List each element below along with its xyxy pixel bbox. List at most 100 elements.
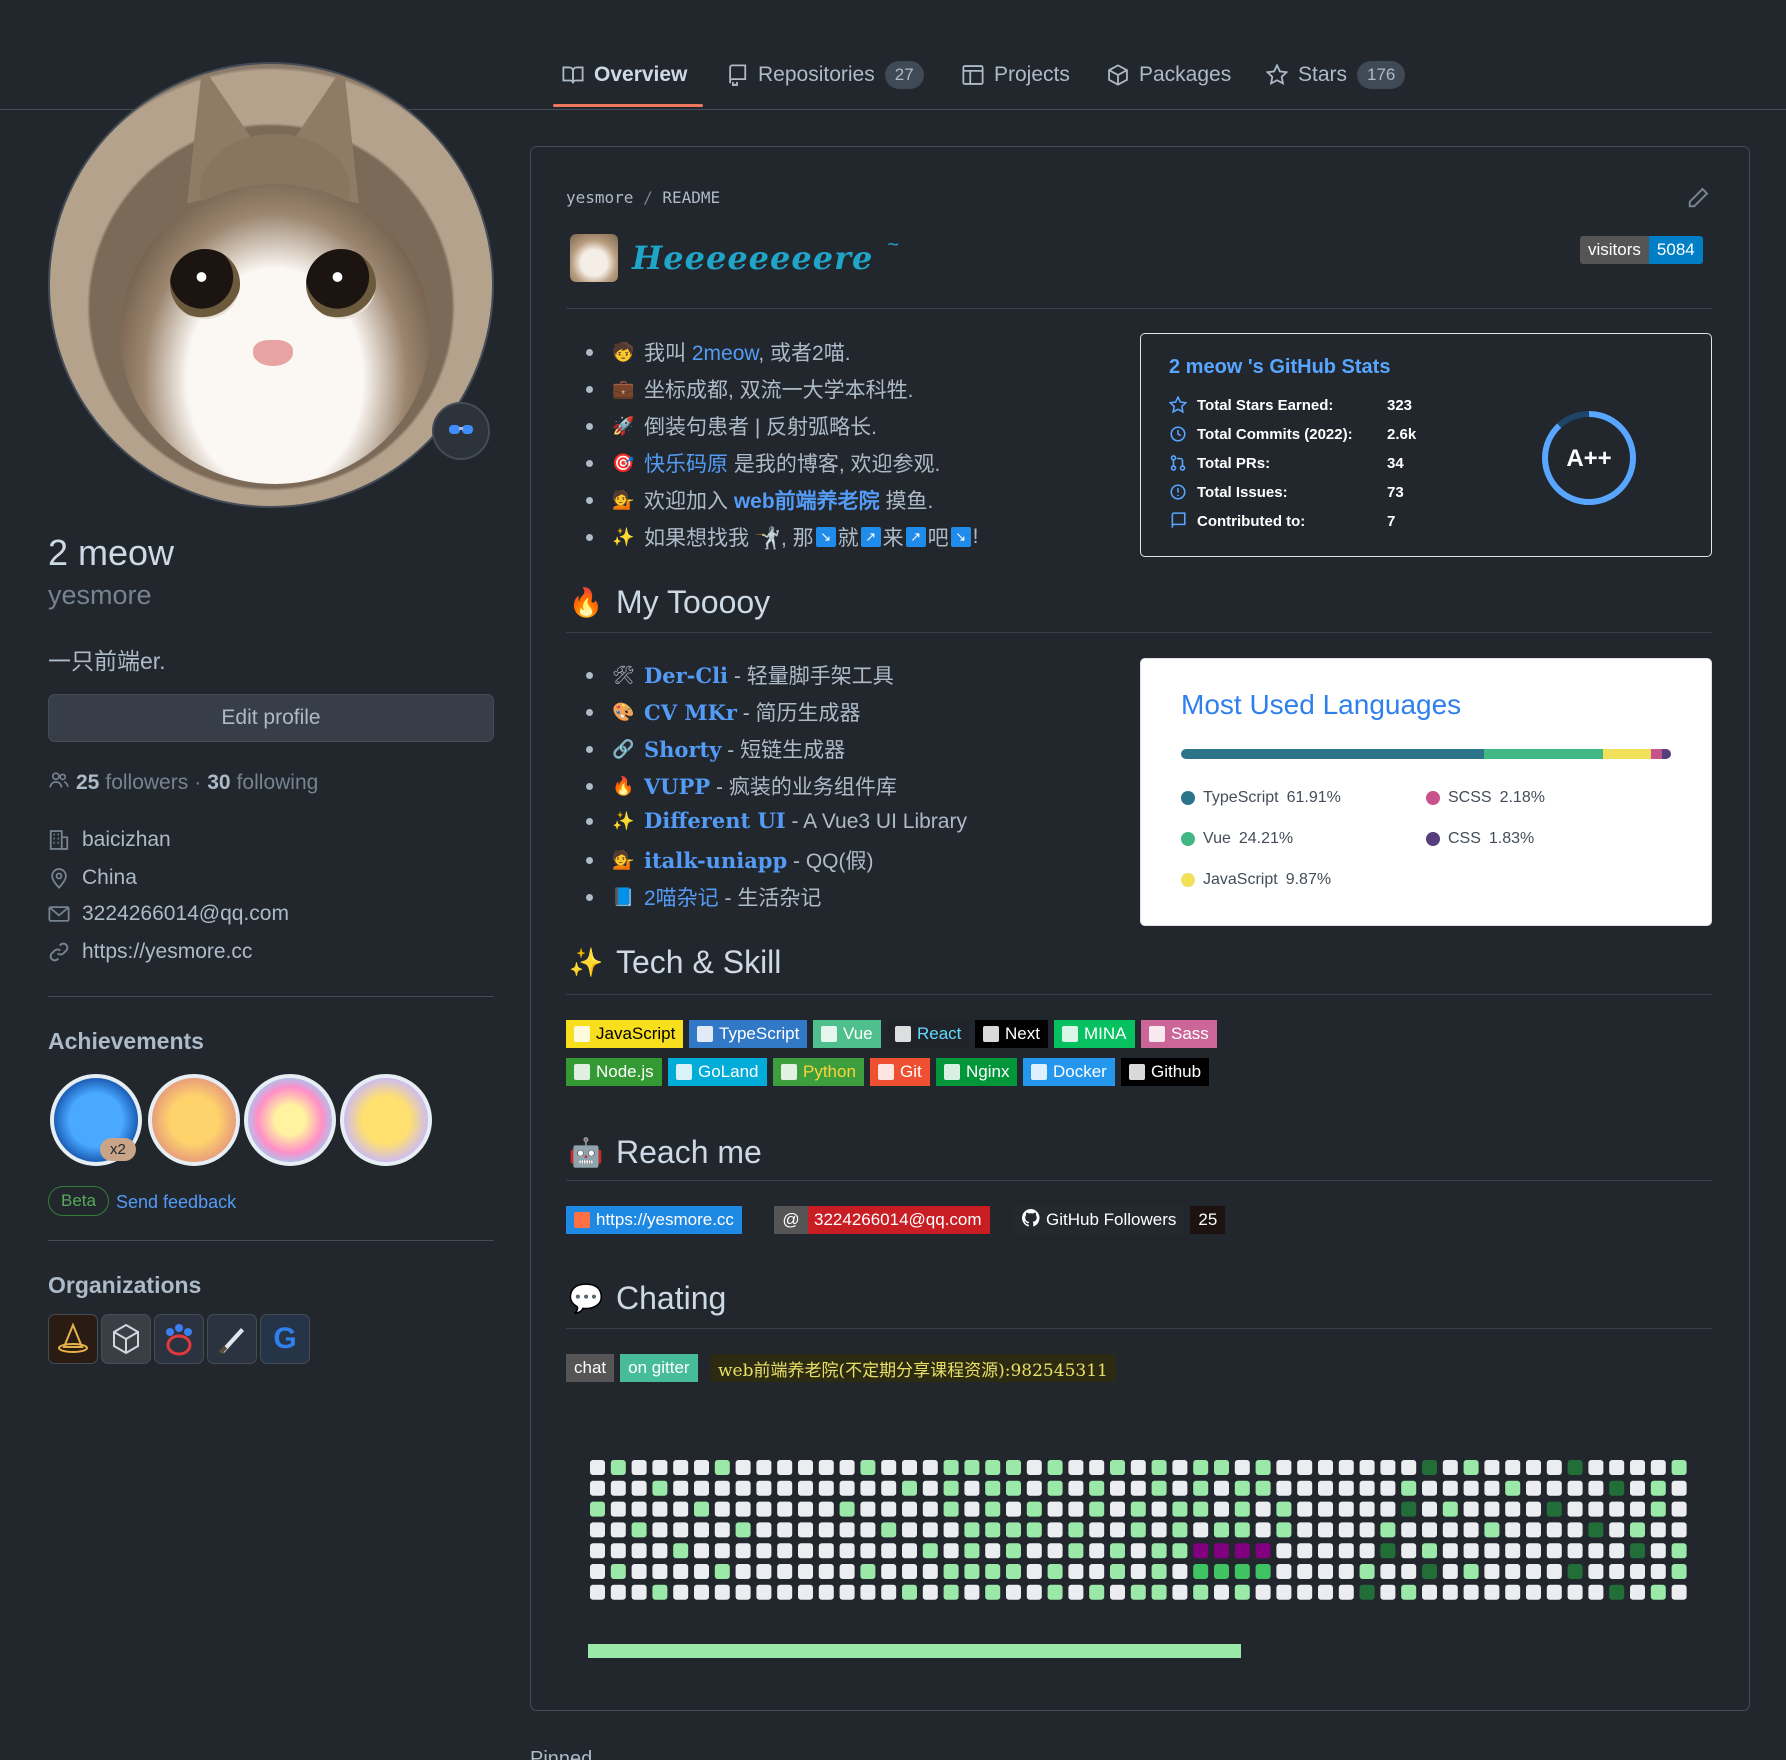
blog-link[interactable]: 快乐码原 [644, 453, 728, 476]
contribution-cell [1567, 1543, 1583, 1559]
contribution-cell [1546, 1584, 1562, 1600]
sparkles-emoji-icon: ✨ [612, 526, 635, 547]
tab-projects[interactable]: Projects [962, 56, 1070, 94]
org-paw-icon[interactable] [154, 1314, 204, 1364]
stats-row: Total Stars Earned: 323 [1169, 396, 1412, 414]
email-badge-link[interactable]: @3224266014@qq.com [774, 1206, 990, 1234]
achievement-yolo-badge[interactable] [244, 1074, 336, 1166]
skill-badge[interactable]: Python [773, 1058, 864, 1086]
tab-packages[interactable]: Packages [1107, 56, 1231, 94]
contribution-cell [881, 1543, 897, 1559]
contribution-cell [1297, 1564, 1313, 1579]
blog-badge-link[interactable]: https://yesmore.cc [566, 1206, 742, 1234]
contribution-cell [1172, 1543, 1188, 1559]
following-link[interactable]: following [237, 771, 319, 795]
contribution-cell [985, 1480, 1001, 1496]
language-legend-item: TypeScript 61.91% [1181, 789, 1341, 807]
github-followers-badge[interactable]: GitHub Followers 25 [1014, 1206, 1226, 1234]
contribution-cell [1193, 1584, 1209, 1600]
achievement-cowboy-badge[interactable] [148, 1074, 240, 1166]
contribution-cell [922, 1501, 938, 1517]
contribution-cell [673, 1480, 689, 1496]
skill-badge[interactable]: Git [870, 1058, 930, 1086]
skill-badge[interactable]: React [887, 1020, 970, 1048]
contribution-cell [590, 1522, 605, 1538]
skill-badge[interactable]: GoLand [668, 1058, 767, 1086]
contribution-cell [1276, 1501, 1292, 1517]
text: 我叫 [644, 342, 692, 365]
skill-badge[interactable]: JavaScript [566, 1020, 684, 1048]
contribution-cell [777, 1543, 793, 1559]
skill-badge[interactable]: Vue [813, 1020, 881, 1048]
contribution-cell [1671, 1522, 1687, 1538]
toy-link[interactable]: italk-uniapp [644, 848, 787, 873]
contribution-cell [1318, 1584, 1333, 1600]
issue-icon [1169, 483, 1187, 501]
edit-profile-button[interactable]: Edit profile [48, 694, 494, 742]
tab-repositories[interactable]: Repositories 27 [726, 56, 924, 94]
achievement-starstruck-badge[interactable] [340, 1074, 432, 1166]
arrow-down-right-icon[interactable]: ↘ [815, 527, 836, 547]
contribution-cell [1130, 1480, 1146, 1496]
contribution-cell [1172, 1564, 1188, 1579]
boy-emoji-icon: 🧒 [612, 341, 635, 362]
contribution-cell [1588, 1522, 1604, 1538]
org-wizard-hat-icon[interactable] [48, 1314, 98, 1364]
arrow-up-right-icon[interactable]: ↗ [860, 527, 881, 547]
skill-badge[interactable]: TypeScript [689, 1020, 808, 1048]
skill-badge[interactable]: Sass [1141, 1020, 1217, 1048]
briefcase-emoji-icon: 💼 [612, 378, 635, 399]
send-feedback-link[interactable]: Send feedback [116, 1192, 236, 1213]
skill-badge[interactable]: Nginx [936, 1058, 1018, 1086]
toy-link[interactable]: 2喵杂记 [644, 887, 719, 910]
website-link[interactable]: https://yesmore.cc [82, 940, 252, 964]
toy-link[interactable]: CV MKr [644, 700, 737, 725]
edit-readme-pencil-icon[interactable] [1686, 186, 1710, 215]
skill-badge[interactable]: Docker [1023, 1058, 1115, 1086]
skill-logo-icon [1129, 1064, 1145, 1080]
group-link[interactable]: web前端养老院 [734, 490, 880, 513]
followers-link[interactable]: followers [105, 771, 188, 795]
contribution-cell [1006, 1501, 1021, 1517]
org-g-icon[interactable]: G [260, 1314, 310, 1364]
contribution-cell [881, 1501, 897, 1517]
contribution-cell [1276, 1564, 1292, 1579]
avatar[interactable] [48, 62, 494, 508]
following-count[interactable]: 30 [207, 771, 230, 795]
gitter-badge-link[interactable]: chat on gitter [566, 1354, 698, 1382]
2meow-link[interactable]: 2meow [692, 342, 759, 365]
status-emoji-button[interactable] [432, 402, 490, 460]
toy-link[interactable]: VUPP [644, 774, 710, 799]
tab-overview[interactable]: Overview [562, 56, 687, 94]
contribution-cell [1463, 1501, 1479, 1517]
skill-badge[interactable]: Next [975, 1020, 1048, 1048]
followers-count[interactable]: 25 [76, 771, 99, 795]
email-link[interactable]: 3224266014@qq.com [82, 902, 289, 926]
org-cube-icon[interactable] [101, 1314, 151, 1364]
readme-owner-link[interactable]: yesmore [566, 188, 633, 207]
visitors-badge: visitors 5084 [1580, 236, 1703, 264]
history-icon [1169, 425, 1187, 443]
contribution-cell [1546, 1460, 1562, 1475]
contribution-cell [1442, 1501, 1458, 1517]
skill-badge[interactable]: MINA [1054, 1020, 1135, 1048]
blogger-icon [574, 1212, 590, 1228]
contribution-cell [1401, 1460, 1417, 1475]
contribution-cell [1380, 1480, 1396, 1496]
arrow-down-right-icon[interactable]: ↘ [950, 527, 971, 547]
contribution-cell [1151, 1460, 1167, 1475]
skill-badge[interactable]: Node.js [566, 1058, 662, 1086]
toy-link[interactable]: Der-Cli [644, 663, 728, 688]
toy-link[interactable]: Different UI [644, 808, 786, 833]
tab-stars[interactable]: Stars 176 [1266, 56, 1406, 94]
contribution-cell [590, 1501, 605, 1517]
contribution-cell [714, 1584, 730, 1600]
org-knife-icon[interactable] [207, 1314, 257, 1364]
toy-link[interactable]: Shorty [644, 737, 721, 762]
skill-badge[interactable]: Github [1121, 1058, 1210, 1086]
contribution-cell [1546, 1564, 1562, 1579]
tab-label: Repositories [758, 63, 875, 86]
arrow-up-right-icon[interactable]: ↗ [905, 527, 926, 547]
language-dot [1426, 832, 1440, 846]
contribution-cell [943, 1480, 959, 1496]
